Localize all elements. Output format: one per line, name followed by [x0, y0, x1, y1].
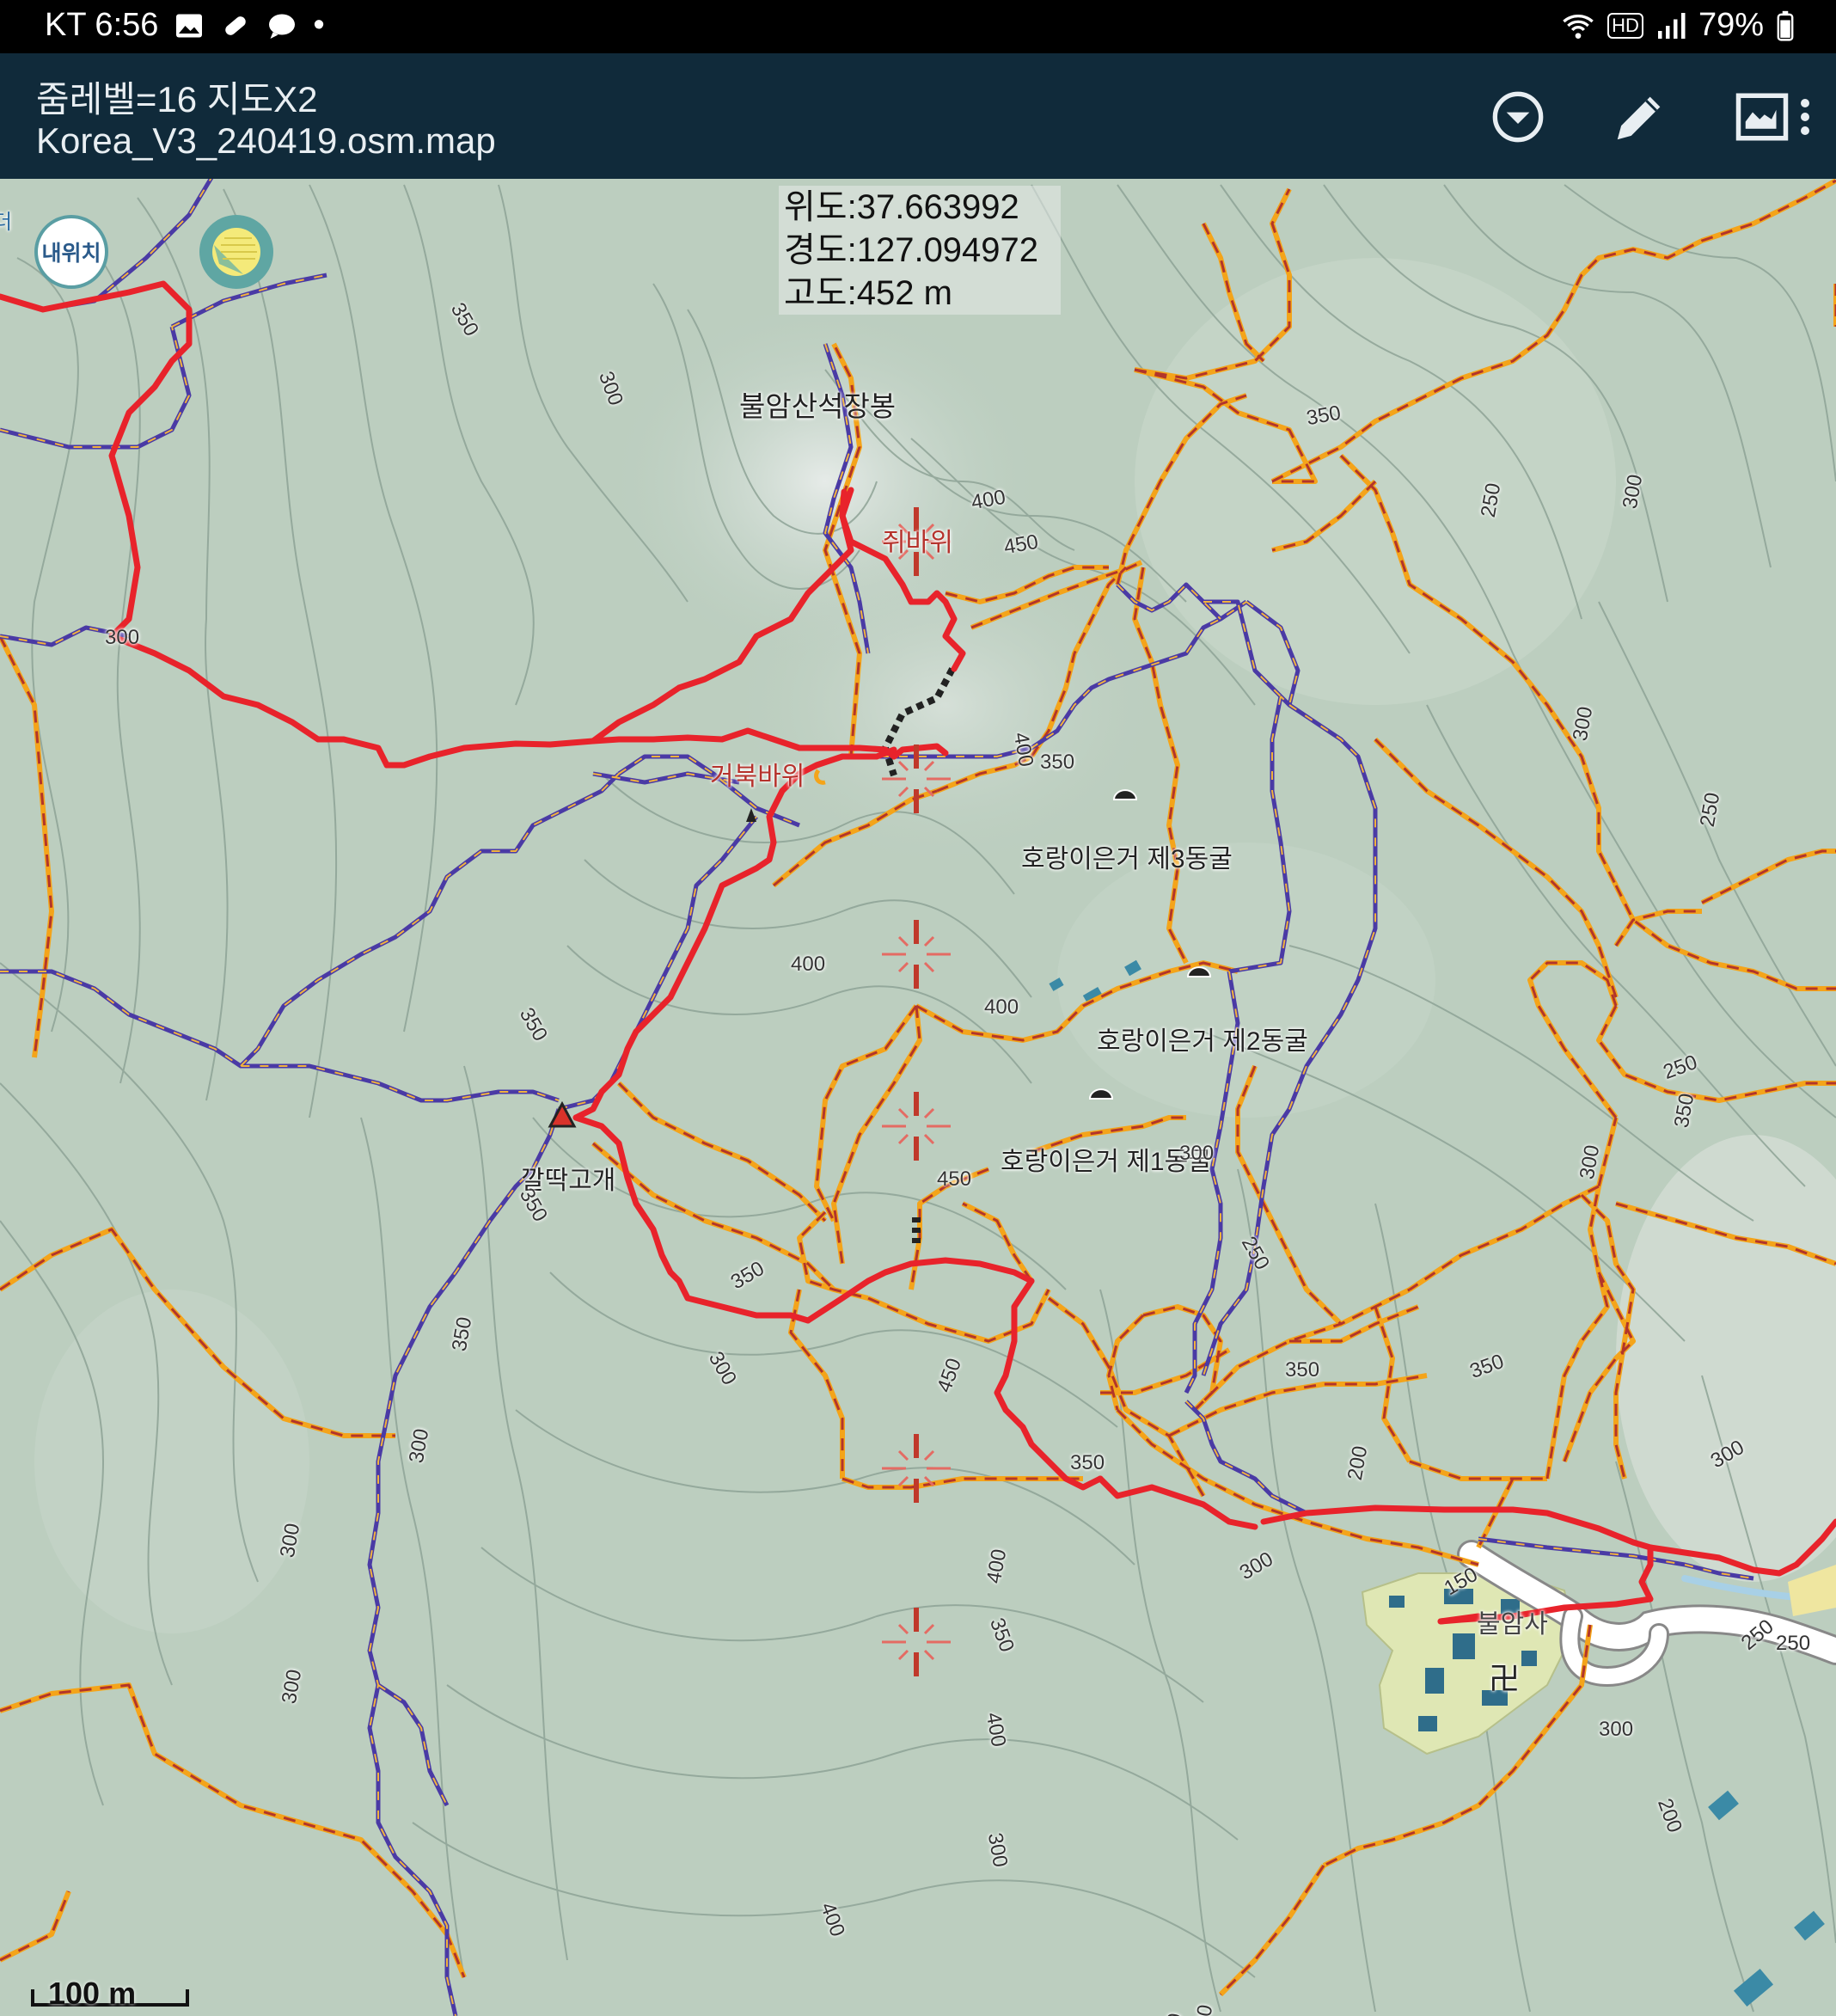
- signal-icon: [1657, 12, 1686, 39]
- map-view[interactable]: 위도:37.663992 경도:127.094972 고도:452 m 내위치 …: [0, 179, 1836, 2016]
- contour-label: 300: [1599, 1718, 1634, 1741]
- scale-bar: 100 m: [31, 1976, 191, 2011]
- rock-label-geobukbawi: 거북바위: [710, 763, 805, 791]
- my-location-label: 내위치: [41, 242, 101, 266]
- latitude-text: 위도:37.663992: [784, 188, 1019, 226]
- map-filename: Korea_V3_240419.osm.map: [36, 120, 496, 161]
- dot-icon: •: [313, 7, 325, 43]
- altitude-text: 고도:452 m: [784, 274, 952, 312]
- contour-label: 350: [1040, 751, 1075, 774]
- contour-label: 350: [1285, 1358, 1320, 1382]
- ridge-shading: [722, 533, 1169, 877]
- contour-label: 250: [1776, 1632, 1811, 1655]
- edge-label: 더: [0, 211, 13, 234]
- wifi-icon: [1563, 14, 1594, 39]
- my-location-button[interactable]: 내위치: [34, 215, 108, 289]
- contour-label: 400: [984, 996, 1019, 1019]
- rock-label-jwibawi: 쥐바위: [882, 529, 953, 557]
- compass-button[interactable]: [199, 215, 273, 289]
- compass-icon: [212, 228, 260, 276]
- status-bar: KT 6:56 • HD 79%: [0, 0, 1836, 53]
- edit-button[interactable]: [1609, 86, 1671, 148]
- temple-symbol: 卍: [1489, 1661, 1521, 1696]
- hd-badge: HD: [1607, 12, 1643, 39]
- more-options-button[interactable]: [1788, 86, 1822, 148]
- valley-shading: [1057, 843, 1435, 1118]
- cave-label-2: 호랑이은거 제2동굴: [1097, 1027, 1308, 1056]
- map-layer-button[interactable]: [1731, 86, 1793, 148]
- app-title: 줌레벨=16 지도X2: [36, 79, 318, 119]
- contour-label: 300: [1179, 1142, 1215, 1165]
- peak-label: 불암산석장봉: [739, 390, 897, 422]
- longitude-text: 경도:127.094972: [784, 231, 1039, 269]
- more-vert-icon: [1801, 99, 1809, 135]
- gallery-icon: [176, 14, 203, 37]
- map-layer-icon: [1735, 93, 1789, 141]
- map-canvas: [0, 179, 1836, 2016]
- pencil-icon: [1617, 96, 1661, 140]
- contour-label: 300: [105, 626, 140, 649]
- chat-icon: [269, 14, 296, 39]
- southwest-shading: [34, 1290, 309, 1633]
- temple-label: 불암사: [1477, 1610, 1548, 1639]
- dropdown-button[interactable]: [1487, 86, 1549, 148]
- battery-icon: [1777, 10, 1794, 41]
- coordinate-readout: 위도:37.663992 경도:127.094972 고도:452 m: [779, 186, 1061, 315]
- scale-label: 100 m: [48, 1976, 137, 2011]
- carrier-time: KT 6:56: [45, 7, 159, 43]
- contour-label: 400: [791, 953, 826, 976]
- contour-label: 450: [937, 1167, 972, 1191]
- app-bar: 줌레벨=16 지도X2 Korea_V3_240419.osm.map: [0, 53, 1836, 179]
- pill-icon: [225, 15, 247, 35]
- dropdown-icon: [1492, 91, 1544, 143]
- battery-percent: 79%: [1698, 7, 1764, 43]
- cave-label-3: 호랑이은거 제3동굴: [1021, 845, 1233, 873]
- contour-label: 350: [1070, 1451, 1105, 1474]
